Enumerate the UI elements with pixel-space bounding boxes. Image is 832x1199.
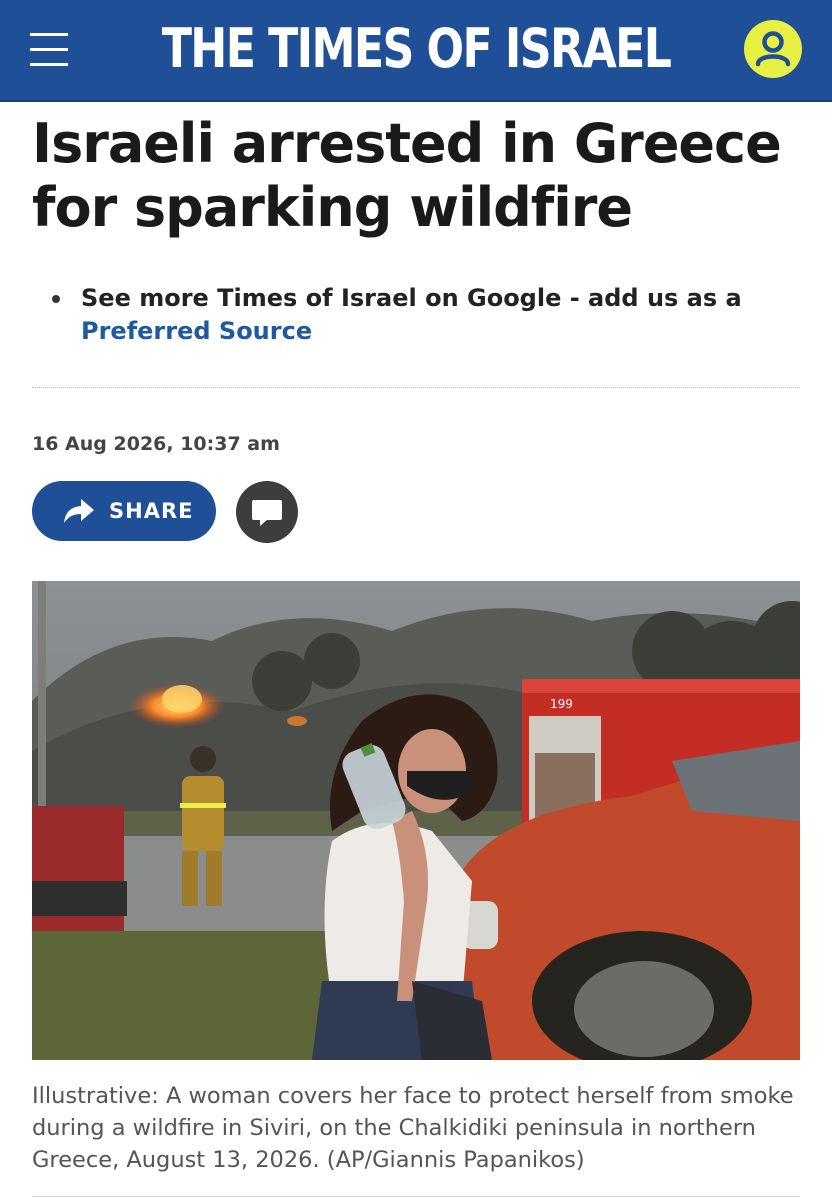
- wildfire-photo: 199: [32, 581, 800, 1060]
- divider: [32, 387, 800, 388]
- divider: [32, 1196, 800, 1197]
- photo-caption: Illustrative: A woman covers her face to…: [32, 1083, 794, 1173]
- share-label: SHARE: [109, 499, 194, 523]
- user-account-icon[interactable]: [744, 20, 802, 78]
- article-photo[interactable]: 199: [32, 581, 800, 1060]
- site-header: THE TIMES OF ISRAEL: [0, 0, 832, 102]
- share-arrow-icon: [64, 499, 94, 523]
- comment-bubble-icon: [252, 500, 282, 526]
- share-button[interactable]: SHARE: [32, 481, 216, 541]
- promo-text: See more Times of Israel on Google - add…: [81, 284, 742, 312]
- preferred-source-link[interactable]: Preferred Source: [81, 317, 312, 345]
- hamburger-menu-icon[interactable]: [30, 33, 70, 67]
- article-date: 16 Aug 2026, 10:37 am: [32, 433, 280, 455]
- site-logo[interactable]: THE TIMES OF ISRAEL: [75, 16, 757, 82]
- bullet-icon: [52, 295, 60, 303]
- comment-button[interactable]: [236, 481, 298, 543]
- article-headline: Israeli arrested in Greece for sparking …: [32, 112, 782, 239]
- truck-number: 199: [550, 697, 573, 711]
